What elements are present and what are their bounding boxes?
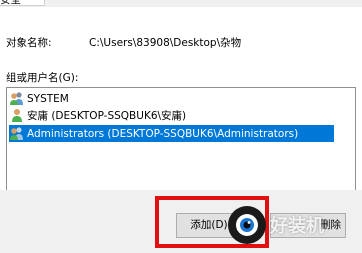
list-item-label: Administrators (DESKTOP-SSQBUK6\Administ… (27, 127, 299, 140)
list-item-label: SYSTEM (27, 92, 69, 105)
user-group-icon (9, 126, 25, 141)
user-icon (9, 108, 25, 123)
watermark-eye-icon (228, 206, 266, 244)
tab-security[interactable]: 安全 (0, 0, 45, 6)
tab-security-label: 安全 (0, 0, 21, 6)
group-user-listbox[interactable]: SYSTEM 安庸 (DESKTOP-SSQBUK6\安庸) Administr… (6, 87, 356, 197)
watermark-text: 好装机 (270, 216, 324, 237)
object-name-label: 对象名称: (6, 37, 52, 49)
group-user-names-label: 组或用户名(G): (6, 72, 79, 84)
list-item-administrators[interactable]: Administrators (DESKTOP-SSQBUK6\Administ… (9, 125, 334, 142)
list-item-system[interactable]: SYSTEM (9, 90, 334, 107)
list-item-user-anyong[interactable]: 安庸 (DESKTOP-SSQBUK6\安庸) (9, 107, 334, 124)
tab-strip: 安全 (0, 0, 362, 7)
list-item-label: 安庸 (DESKTOP-SSQBUK6\安庸) (27, 110, 187, 122)
object-name-value: C:\Users\83908\Desktop\杂物 (89, 37, 242, 49)
user-group-icon (9, 91, 25, 106)
